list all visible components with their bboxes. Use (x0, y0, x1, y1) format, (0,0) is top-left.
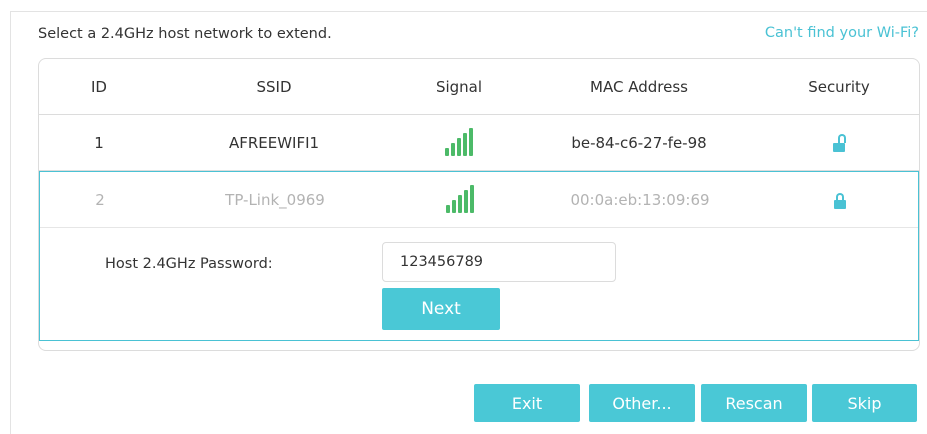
row-id: 1 (94, 133, 104, 152)
host-password-input[interactable] (382, 242, 616, 282)
network-table: ID SSID Signal MAC Address Security 1 AF… (38, 58, 920, 351)
page-heading: Select a 2.4GHz host network to extend. (38, 26, 332, 42)
column-header-id: ID (91, 77, 107, 96)
next-button[interactable]: Next (382, 288, 500, 330)
row-mac: 00:0a:eb:13:09:69 (570, 190, 710, 209)
rescan-button[interactable]: Rescan (701, 384, 807, 422)
signal-strength-full-icon (445, 127, 473, 156)
signal-strength-full-icon (446, 184, 474, 213)
row-id: 2 (95, 190, 105, 209)
table-row-selected[interactable]: 2 TP-Link_0969 00:0a:eb:13:09:69 (40, 172, 918, 228)
skip-button[interactable]: Skip (812, 384, 917, 422)
row-ssid: AFREEWIFI1 (228, 133, 320, 152)
column-header-signal: Signal (435, 77, 483, 96)
host-password-label: Host 2.4GHz Password: (105, 256, 273, 272)
cant-find-wifi-link[interactable]: Can't find your Wi-Fi? (765, 25, 919, 41)
column-header-ssid: SSID (256, 77, 292, 96)
row-mac: be-84-c6-27-fe-98 (571, 133, 707, 152)
other-button[interactable]: Other... (589, 384, 695, 422)
row-ssid: TP-Link_0969 (225, 190, 325, 209)
unlocked-icon (832, 133, 846, 152)
exit-button[interactable]: Exit (474, 384, 580, 422)
column-header-security: Security (808, 77, 870, 96)
column-header-mac: MAC Address (590, 77, 688, 96)
frame-border-top (10, 11, 927, 12)
frame-border-left (10, 11, 11, 434)
table-header: ID SSID Signal MAC Address Security (39, 59, 919, 115)
selected-network-panel: 2 TP-Link_0969 00:0a:eb:13:09:69 Host 2.… (39, 171, 919, 341)
locked-icon (833, 191, 847, 209)
table-row[interactable]: 1 AFREEWIFI1 be-84-c6-27-fe-98 (39, 115, 919, 171)
